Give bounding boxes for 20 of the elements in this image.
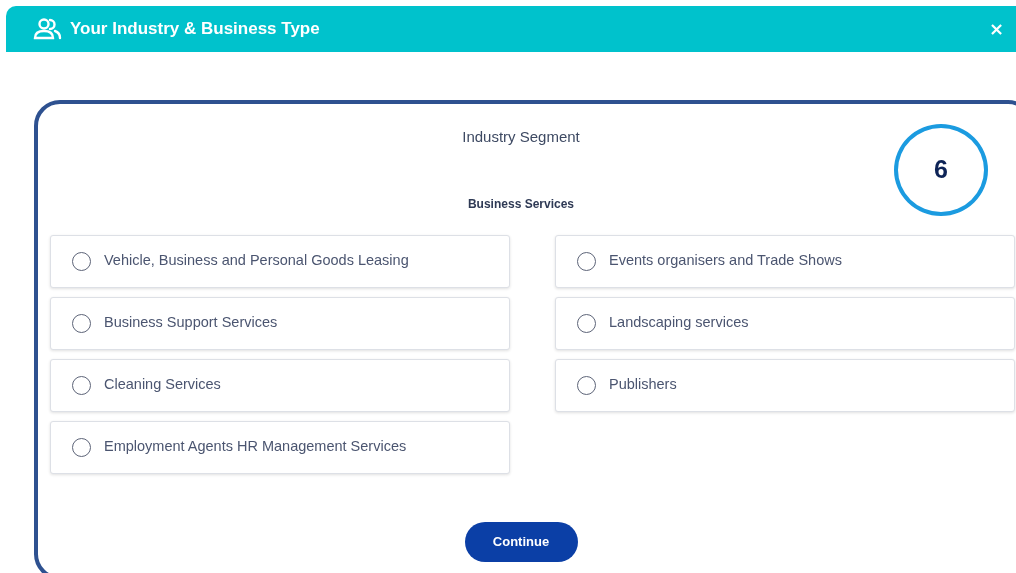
continue-button[interactable]: Continue (464, 521, 578, 562)
option-card[interactable]: Vehicle, Business and Personal Goods Leasing (50, 234, 510, 288)
window-title: Your Industry & Business Type (70, 18, 320, 41)
option-label: Employment Agents HR Management Services (104, 437, 407, 457)
step-number-callout: 6 (894, 124, 988, 216)
option-label: Landscaping services (609, 313, 749, 333)
option-card[interactable]: Events organisers and Trade Shows (555, 234, 1015, 288)
option-label: Vehicle, Business and Personal Goods Leasing (104, 251, 409, 271)
option-label: Cleaning Services (104, 375, 221, 395)
option-card[interactable]: Cleaning Services (50, 358, 510, 412)
category-heading: Business Services (466, 195, 576, 213)
users-icon (32, 18, 62, 40)
option-label: Publishers (609, 375, 677, 395)
option-card[interactable]: Publishers (555, 358, 1015, 412)
section-title: Industry Segment (461, 127, 581, 147)
option-label: Business Support Services (104, 313, 278, 333)
option-card[interactable]: Landscaping services (555, 296, 1015, 350)
option-card[interactable]: Business Support Services (50, 296, 510, 350)
option-card[interactable]: Employment Agents HR Management Services (50, 420, 510, 474)
option-label: Events organisers and Trade Shows (609, 251, 842, 271)
